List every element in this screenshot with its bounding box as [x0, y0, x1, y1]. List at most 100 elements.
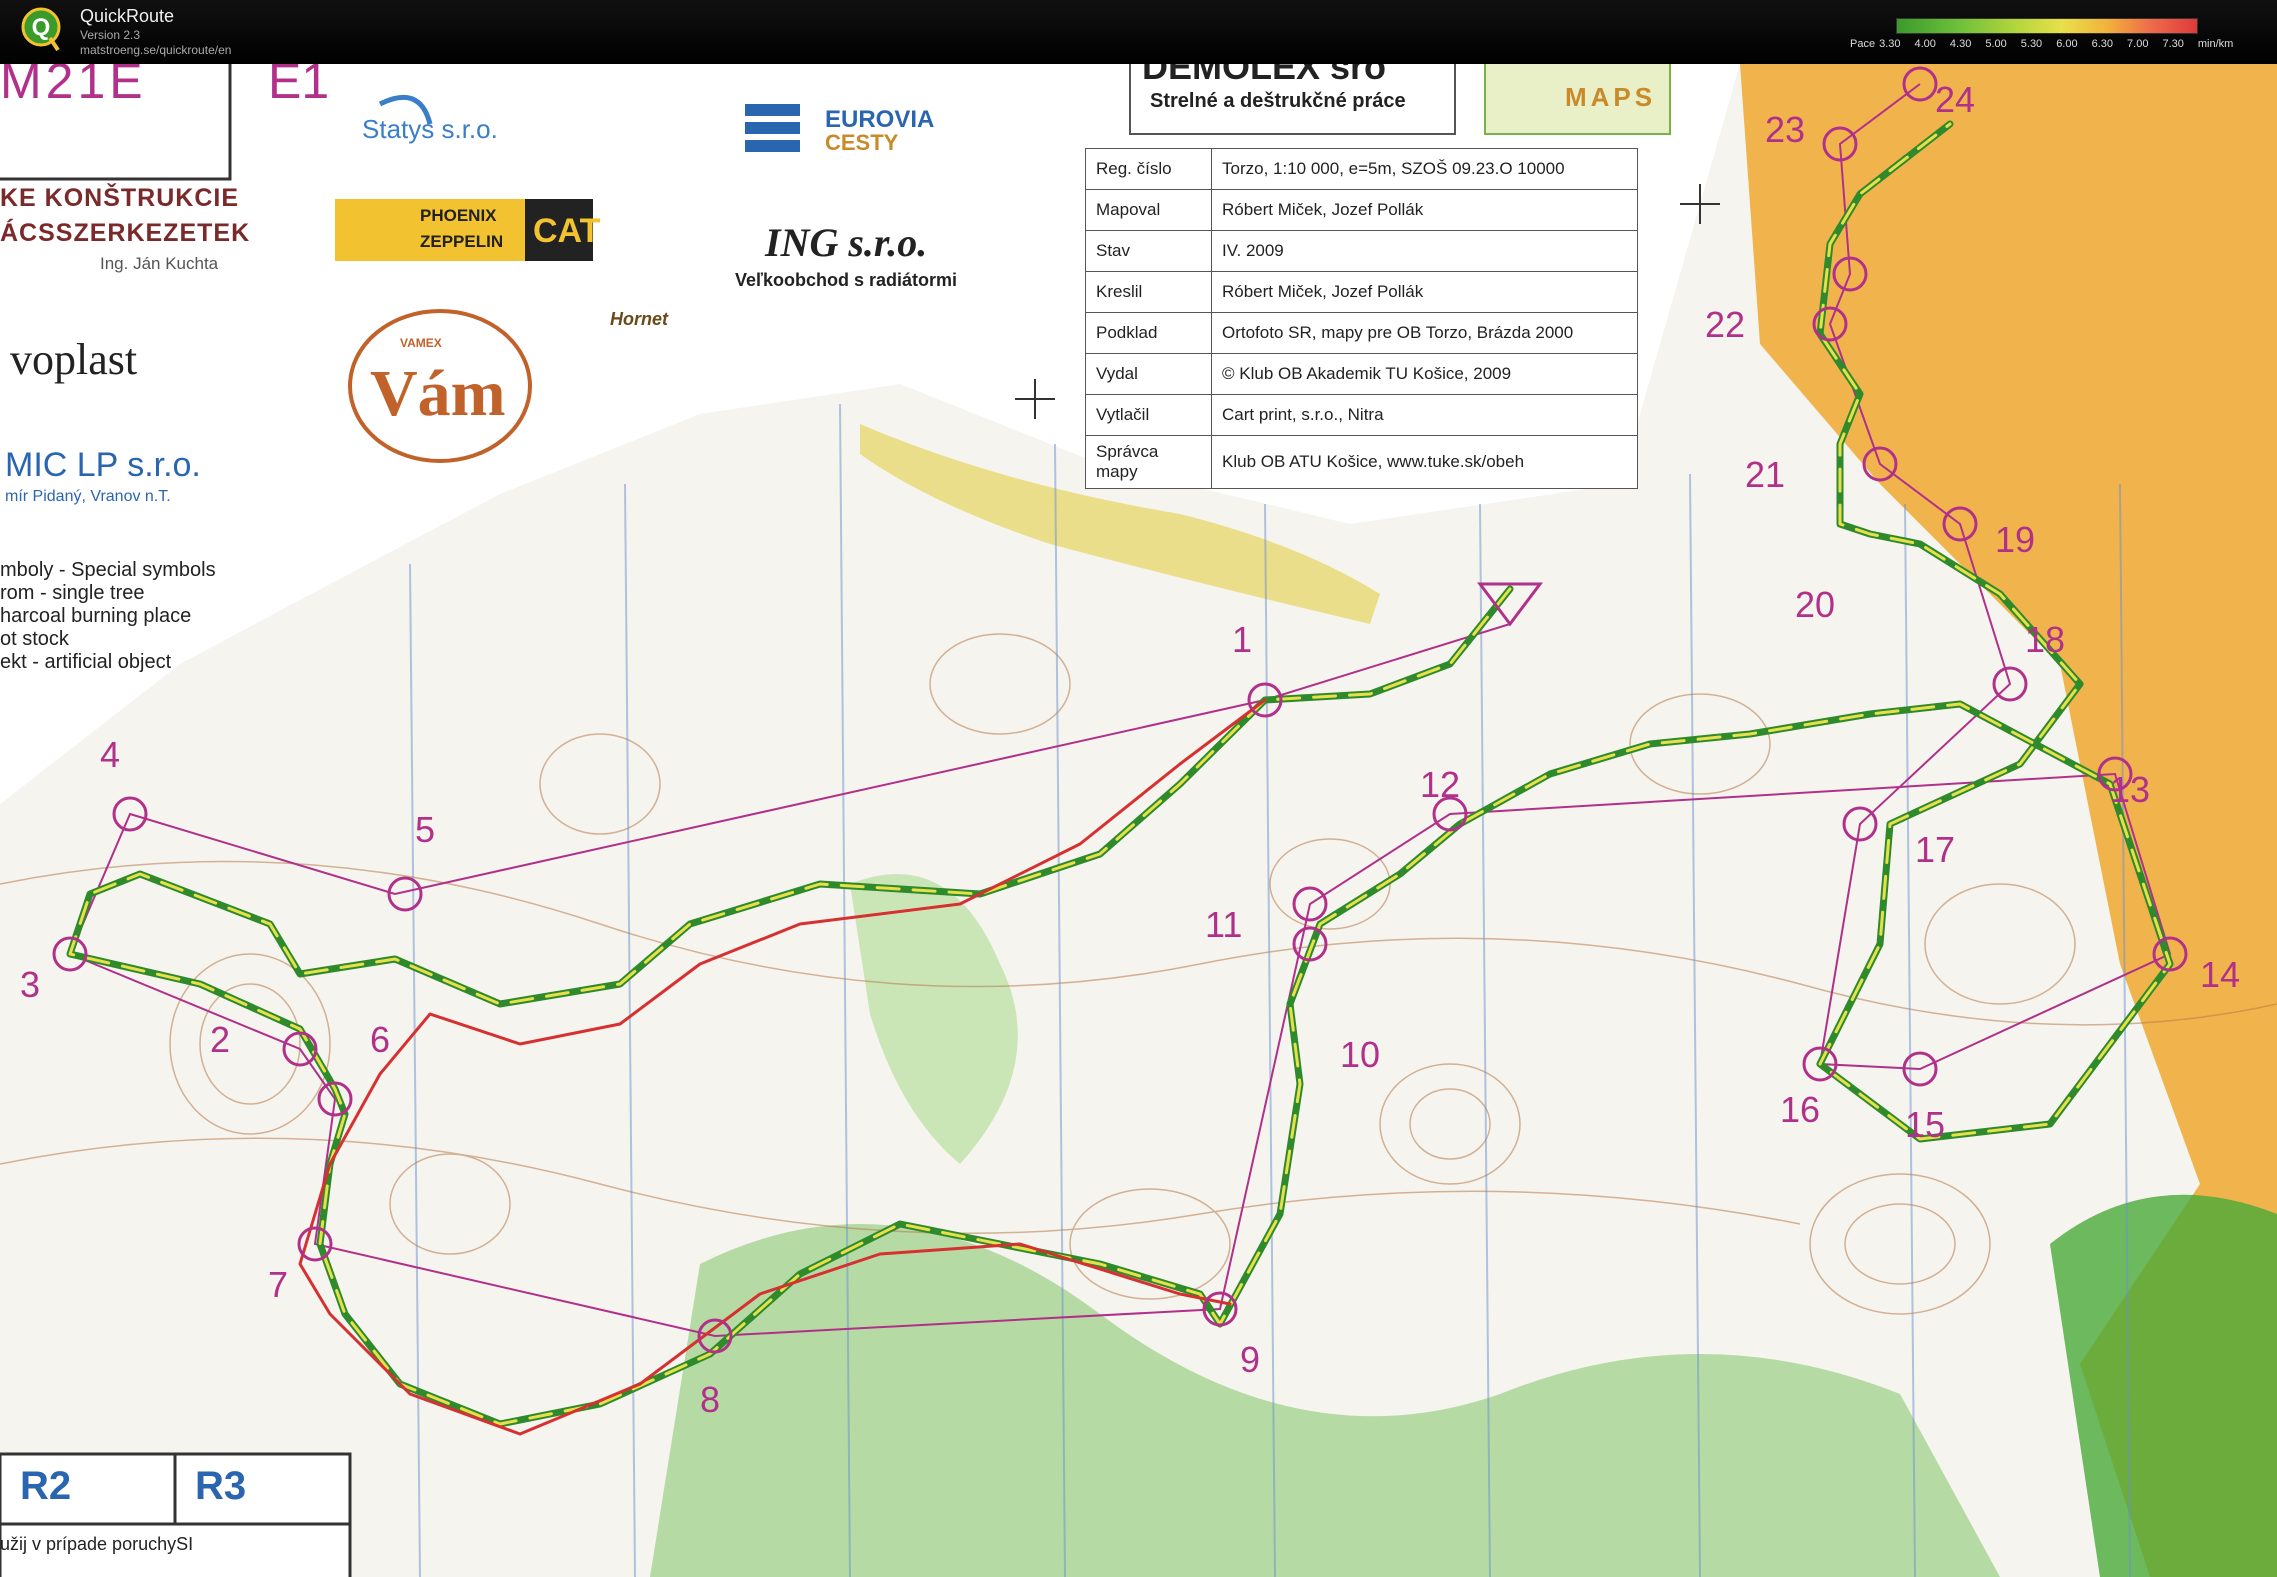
- table-key: Reg. číslo: [1085, 148, 1212, 190]
- eurovia-sub-text: CESTY: [825, 130, 899, 155]
- control-number: 14: [2200, 954, 2241, 995]
- control-number: 5: [415, 809, 436, 850]
- table-value: Róbert Miček, Jozef Pollák: [1211, 271, 1638, 313]
- table-key: Stav: [1085, 230, 1212, 272]
- title-bar: Q QuickRoute Version 2.3 matstroeng.se/q…: [0, 0, 2277, 64]
- control-number: 12: [1420, 764, 1461, 805]
- control-number: 18: [2025, 619, 2066, 660]
- control-number: 23: [1765, 109, 1806, 150]
- eurovia-logo-icon: [745, 104, 800, 152]
- table-row: Podklad Ortofoto SR, mapy pre OB Torzo, B…: [1085, 312, 1638, 354]
- zeppelin-text: ZEPPELIN: [420, 232, 504, 251]
- table-value: Ortofoto SR, mapy pre OB Torzo, Brázda 2…: [1211, 312, 1638, 354]
- control-number: 7: [268, 1264, 289, 1305]
- green-area-south: [650, 1224, 2000, 1577]
- control-number: 20: [1795, 584, 1836, 625]
- table-row: Reg. číslo Torzo, 1:10 000, e=5m, SZOŠ 09…: [1085, 148, 1638, 190]
- control-number: 2: [210, 1019, 231, 1060]
- control-number: 24: [1935, 79, 1976, 120]
- pace-tick: 3.30: [1879, 38, 1901, 50]
- control-number: 22: [1705, 304, 1746, 345]
- table-key: Vydal: [1085, 353, 1212, 395]
- table-row: Mapoval Róbert Miček, Jozef Pollák: [1085, 189, 1638, 231]
- table-value: IV. 2009: [1211, 230, 1638, 272]
- statys-text: Statys s.r.o.: [362, 114, 498, 144]
- table-row: Kreslil Róbert Miček, Jozef Pollák: [1085, 271, 1638, 313]
- vam-text: Vám: [370, 357, 506, 430]
- symbol-legend-3: harcoal burning place: [0, 605, 192, 627]
- table-value: Róbert Miček, Jozef Pollák: [1211, 189, 1638, 231]
- stage-label: E1: [268, 64, 330, 109]
- cat-text: CAT: [533, 212, 601, 250]
- control-number: 9: [1240, 1339, 1261, 1380]
- pace-label: Pace: [1850, 38, 1876, 50]
- pace-color-scale: [1896, 18, 2198, 34]
- r2-label: R2: [20, 1464, 72, 1508]
- category-label: M21E: [0, 64, 147, 109]
- symbol-legend-4: ot stock: [0, 628, 69, 650]
- table-value: Torzo, 1:10 000, e=5m, SZOŠ 09.23.O 1000…: [1211, 148, 1638, 190]
- green-strip: [850, 874, 1018, 1164]
- app-version: Version 2.3: [80, 28, 141, 42]
- demolex-text: DEMOLEX sro: [1142, 64, 1387, 87]
- control-number: 16: [1780, 1089, 1821, 1130]
- symbol-legend-5: ekt - artificial object: [0, 651, 172, 673]
- map-info-table: Reg. číslo Torzo, 1:10 000, e=5m, SZOŠ 09…: [1085, 148, 1638, 489]
- table-value: © Klub OB Akademik TU Košice, 2009: [1211, 353, 1638, 395]
- pace-ticks: Pace 3.30 4.00 4.30 5.00 5.30 6.00 6.30 7.00 7.30…: [1850, 38, 2247, 50]
- pace-tick: 6.00: [2056, 38, 2078, 50]
- map-canvas[interactable]: M21E E1 Statys s.r.o. EUROVIA CESTY DEMO…: [0, 64, 2277, 1577]
- control-number: 13: [2110, 769, 2151, 810]
- vamex-text: VAMEX: [400, 336, 442, 350]
- voplast-text: voplast: [10, 335, 138, 384]
- ke-line1: KE KONŠTRUKCIE: [0, 184, 240, 212]
- control-number: 17: [1915, 829, 1956, 870]
- control-number: 1: [1232, 619, 1253, 660]
- demolex-sub-text: Strelné a deštrukčné práce: [1150, 90, 1406, 112]
- ing-sub-text: Veľkoobchod s radiátormi: [735, 270, 957, 290]
- quickroute-logo-icon: Q: [21, 7, 61, 52]
- control-number: 4: [100, 734, 121, 775]
- table-key: Mapoval: [1085, 189, 1212, 231]
- app-url[interactable]: matstroeng.se/quickroute/en: [80, 43, 231, 57]
- table-key: Správca mapy: [1085, 435, 1212, 489]
- table-value: Klub OB ATU Košice, www.tuke.sk/obeh: [1211, 435, 1638, 489]
- app-title: QuickRoute: [80, 6, 175, 26]
- ke-line2: ÁCSSZERKEZETEK: [0, 219, 251, 247]
- table-row: Správca mapy Klub OB ATU Košice, www.tuke…: [1085, 435, 1638, 489]
- maps-badge-text: MAPS: [1565, 82, 1657, 112]
- phoenix-text: PHOENIX: [420, 206, 497, 225]
- table-key: Kreslil: [1085, 271, 1212, 313]
- control-number: 3: [20, 964, 41, 1005]
- control-number: 19: [1995, 519, 2036, 560]
- control-number: 15: [1905, 1104, 1946, 1145]
- pace-tick: 5.30: [2020, 38, 2043, 50]
- svg-text:Q: Q: [32, 14, 51, 41]
- r3-label: R3: [195, 1464, 247, 1508]
- pace-unit: min/km: [2197, 38, 2234, 50]
- table-row: Vydal © Klub OB Akademik TU Košice, 2009: [1085, 353, 1638, 395]
- hornet-text: Hornet: [610, 309, 668, 329]
- pace-tick: 6.30: [2091, 38, 2114, 50]
- mic-text: MIC LP s.r.o.: [5, 446, 201, 484]
- pace-tick: 4.30: [1949, 38, 1972, 50]
- ke-line3: Ing. Ján Kuchta: [100, 254, 219, 273]
- symbol-legend-2: rom - single tree: [0, 582, 145, 604]
- table-row: Stav IV. 2009: [1085, 230, 1638, 272]
- table-row: Vytlačil Cart print, s.r.o., Nitra: [1085, 394, 1638, 436]
- pace-legend: Pace 3.30 4.00 4.30 5.00 5.30 6.00 6.30 7.00 7.30…: [1850, 18, 2277, 58]
- table-key: Podklad: [1085, 312, 1212, 354]
- pace-tick: 5.00: [1985, 38, 2007, 50]
- mic-sub-text: mír Pidaný, Vranov n.T.: [5, 488, 171, 505]
- table-key: Vytlačil: [1085, 394, 1212, 436]
- pace-tick: 7.00: [2127, 38, 2149, 50]
- green-area-southeast: [2050, 1194, 2277, 1577]
- control-number: 8: [700, 1379, 721, 1420]
- table-value: Cart print, s.r.o., Nitra: [1211, 394, 1638, 436]
- symbol-legend-1: mboly - Special symbols: [0, 559, 216, 581]
- control-number: 21: [1745, 454, 1786, 495]
- control-number: 10: [1340, 1034, 1381, 1075]
- ing-text: ING s.r.o.: [765, 220, 928, 265]
- pace-tick: 7.30: [2162, 38, 2184, 50]
- control-number: 11: [1205, 904, 1243, 945]
